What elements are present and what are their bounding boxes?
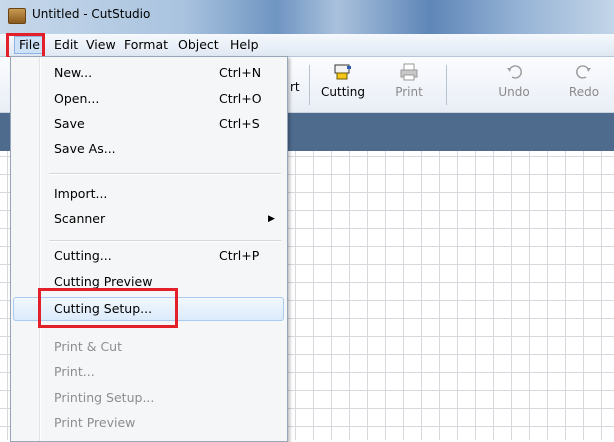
menu-item-label: Import... bbox=[54, 186, 108, 201]
menu-item-new[interactable]: New... Ctrl+N bbox=[13, 62, 283, 84]
menu-item-import[interactable]: Import... bbox=[13, 183, 283, 205]
menu-bar: File Edit View Format Object Help bbox=[0, 34, 614, 57]
menu-view[interactable]: View bbox=[82, 37, 120, 53]
menu-format[interactable]: Format bbox=[120, 37, 172, 53]
toolbar-separator bbox=[446, 65, 447, 105]
menu-item-shortcut: Ctrl+N bbox=[219, 65, 262, 80]
menu-help[interactable]: Help bbox=[226, 37, 263, 53]
toolbar-partial-label: rt bbox=[290, 80, 300, 94]
menu-item-print-and-cut[interactable]: Print & Cut bbox=[13, 336, 283, 358]
cutting-setup-highlight-box bbox=[38, 288, 178, 328]
menu-item-shortcut: Ctrl+S bbox=[219, 116, 260, 131]
menu-item-printing-setup[interactable]: Printing Setup... bbox=[13, 387, 283, 409]
menu-item-label: New... bbox=[54, 65, 93, 80]
title-bar: Untitled - CutStudio bbox=[0, 0, 614, 34]
cutting-button[interactable]: Cutting bbox=[313, 61, 373, 107]
cutting-label: Cutting bbox=[321, 85, 365, 99]
file-dropdown-menu: New... Ctrl+N Open... Ctrl+O Save Ctrl+S… bbox=[10, 56, 288, 442]
menu-item-label: Print... bbox=[54, 364, 95, 379]
menu-item-scanner[interactable]: Scanner ▶ bbox=[13, 208, 283, 230]
menu-item-cutting[interactable]: Cutting... Ctrl+P bbox=[13, 245, 283, 267]
menu-item-label: Scanner bbox=[54, 211, 106, 226]
menu-separator bbox=[49, 173, 281, 175]
menu-item-save-as[interactable]: Save As... bbox=[13, 138, 283, 160]
undo-icon bbox=[504, 63, 524, 81]
menu-item-label: Print Preview bbox=[54, 415, 136, 430]
menu-object[interactable]: Object bbox=[174, 37, 223, 53]
menu-item-label: Cutting... bbox=[54, 248, 112, 263]
menu-item-label: Printing Setup... bbox=[54, 390, 155, 405]
printer-icon bbox=[399, 63, 419, 81]
menu-item-label: Print & Cut bbox=[54, 339, 122, 354]
toolbar-separator bbox=[309, 65, 310, 105]
cutting-icon bbox=[333, 63, 353, 81]
print-button[interactable]: Print bbox=[379, 61, 439, 107]
menu-item-open[interactable]: Open... Ctrl+O bbox=[13, 88, 283, 110]
window-title: Untitled - CutStudio bbox=[32, 7, 151, 21]
submenu-arrow-icon: ▶ bbox=[268, 214, 275, 224]
menu-separator bbox=[49, 240, 281, 242]
menu-item-label: Save bbox=[54, 116, 85, 131]
menu-item-save[interactable]: Save Ctrl+S bbox=[13, 113, 283, 135]
redo-icon bbox=[574, 63, 594, 81]
menu-item-label: Open... bbox=[54, 91, 100, 106]
undo-button[interactable]: Undo bbox=[484, 61, 544, 107]
app-icon bbox=[8, 8, 26, 24]
menu-item-label: Save As... bbox=[54, 141, 116, 156]
menu-item-shortcut: Ctrl+P bbox=[219, 248, 260, 263]
menu-item-shortcut: Ctrl+O bbox=[219, 91, 262, 106]
menu-edit[interactable]: Edit bbox=[50, 37, 82, 53]
undo-label: Undo bbox=[498, 85, 530, 99]
menu-item-print-preview[interactable]: Print Preview bbox=[13, 412, 283, 434]
redo-label: Redo bbox=[568, 85, 600, 99]
print-label: Print bbox=[395, 85, 423, 99]
redo-button[interactable]: Redo bbox=[554, 61, 614, 107]
menu-item-print[interactable]: Print... bbox=[13, 361, 283, 383]
